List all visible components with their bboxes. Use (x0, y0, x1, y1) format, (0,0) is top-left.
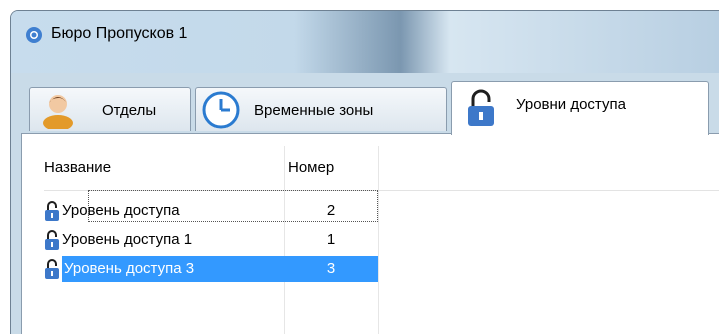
title-bar[interactable]: Бюро Пропусков 1 (11, 11, 719, 73)
level-name: Уровень доступа (62, 202, 180, 219)
table-row[interactable]: Уровень доступа 2 (44, 198, 719, 224)
level-name: Уровень доступа 3 (62, 256, 284, 282)
grid-header: Название Номер (44, 146, 719, 191)
tab-label: Отделы (102, 102, 157, 119)
app-icon (26, 27, 42, 43)
level-name: Уровень доступа 1 (62, 231, 193, 248)
window-title: Бюро Пропусков 1 (51, 25, 188, 42)
padlock-icon (45, 230, 59, 250)
column-header-name[interactable]: Название (44, 146, 284, 190)
tab-label: Уровни доступа (516, 96, 626, 113)
tab-time-zones[interactable]: Временные зоны (195, 87, 447, 131)
tab-departments[interactable]: Отделы (29, 87, 191, 131)
app-window: Бюро Пропусков 1 Отделы Временные зоны У… (10, 10, 719, 334)
clock-icon (202, 91, 240, 129)
tab-label: Временные зоны (254, 102, 374, 119)
level-number: 3 (284, 256, 378, 282)
access-levels-grid: Название Номер Уровень доступа 2 Уровень… (22, 134, 719, 334)
access-levels-panel: Название Номер Уровень доступа 2 Уровень… (21, 133, 719, 334)
level-number: 1 (326, 231, 336, 248)
padlock-icon (45, 259, 59, 279)
tab-access-levels[interactable]: Уровни доступа (451, 81, 709, 135)
padlock-icon (468, 89, 494, 126)
person-icon (43, 95, 73, 129)
table-row-selected[interactable]: Уровень доступа 3 3 (44, 256, 719, 282)
table-row[interactable]: Уровень доступа 1 1 (44, 227, 719, 253)
tab-strip: Отделы Временные зоны Уровни доступа (11, 81, 719, 135)
padlock-icon (45, 201, 59, 221)
column-header-number[interactable]: Номер (288, 146, 378, 190)
level-number: 2 (326, 202, 336, 219)
